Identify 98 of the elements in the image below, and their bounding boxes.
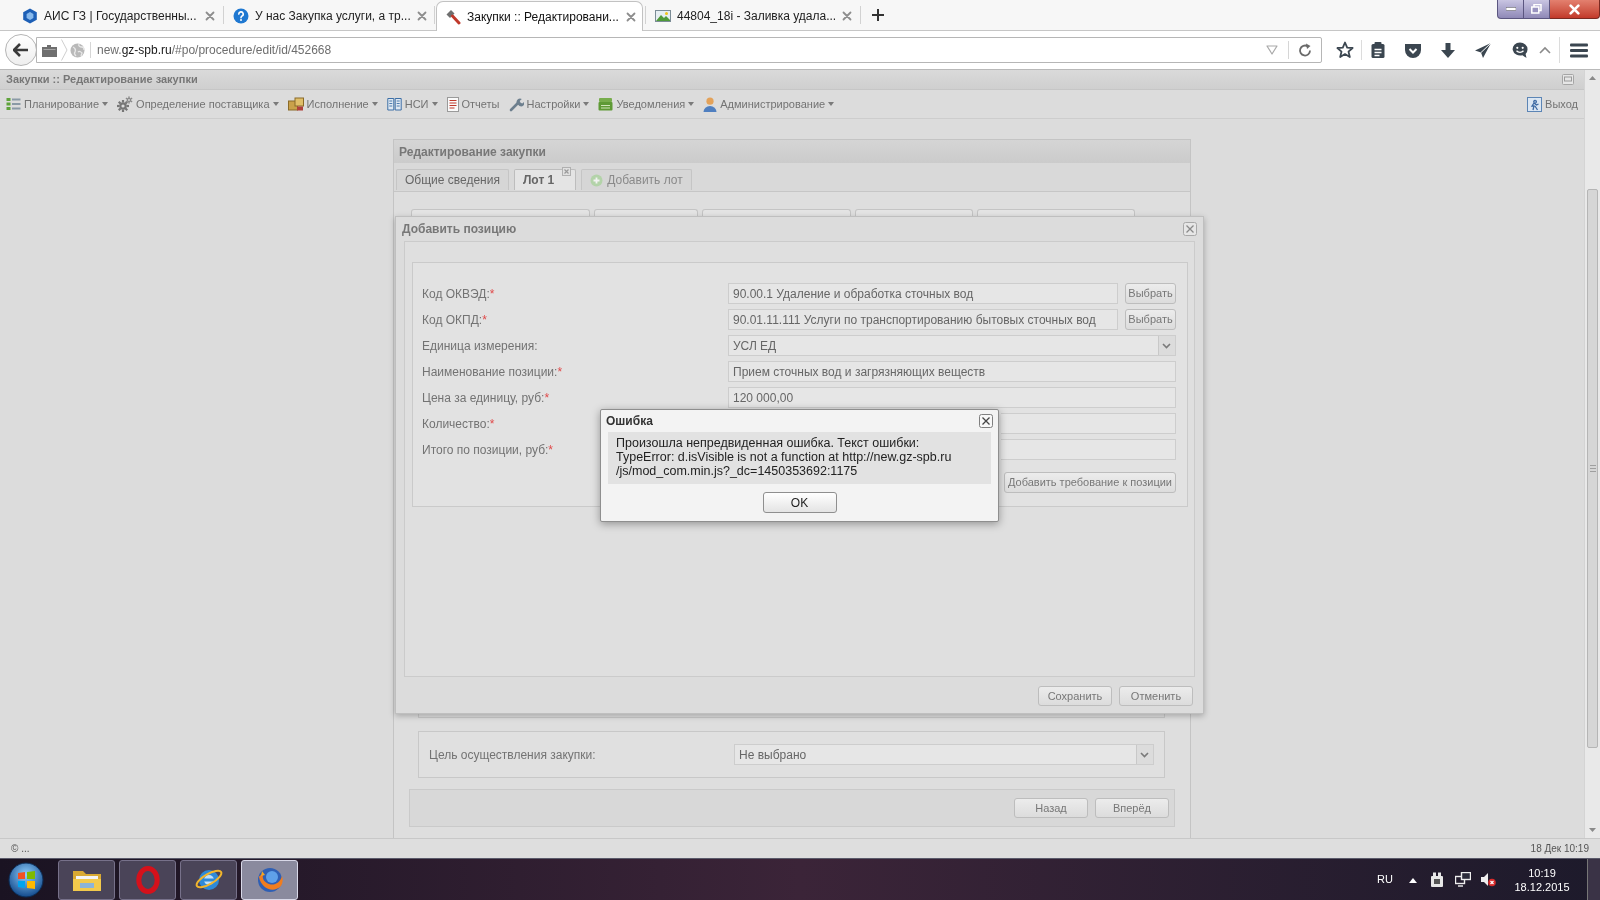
input-field[interactable]: 120 000,00 — [728, 387, 1176, 408]
back-button[interactable] — [5, 34, 37, 66]
menu-icon[interactable] — [1570, 42, 1588, 58]
clipboard-icon[interactable] — [1370, 41, 1386, 59]
browser-tab[interactable]: 44804_18i - Заливка удала... — [647, 1, 854, 30]
field-label: Цель осуществления закупки: — [429, 746, 596, 764]
page-icon[interactable] — [42, 43, 57, 57]
stack-icon — [598, 97, 614, 111]
menu-item[interactable]: Отчеты — [446, 95, 500, 113]
field-label: Код ОКВЭД:* — [422, 285, 495, 303]
address-text: new.gz-spb.ru/#po/procedure/edit/id/452668 — [97, 42, 332, 59]
ok-button[interactable]: OK — [762, 492, 837, 513]
field-label: Наименование позиции:* — [422, 363, 563, 381]
status-time: 18 Дек 10:19 — [1530, 842, 1589, 856]
input-field[interactable]: 90.01.11.111 Услуги по транспортированию бытовых сточных вод — [728, 309, 1118, 330]
chat-smiley-icon[interactable] — [1511, 41, 1529, 59]
select-button[interactable]: Выбрать — [1125, 283, 1176, 304]
tab[interactable]: Общие сведения — [396, 169, 509, 190]
user-icon — [703, 96, 718, 112]
plus-circle-icon — [590, 173, 604, 187]
hammer-icon — [445, 8, 461, 25]
logout-button[interactable]: Выход — [1527, 95, 1578, 113]
clock[interactable]: 10:19 18.12.2015 — [1510, 865, 1574, 894]
menu-item[interactable]: Администрирование — [703, 95, 835, 113]
network-icon[interactable] — [1455, 872, 1471, 887]
select-button[interactable]: Выбрать — [1125, 309, 1176, 330]
address-field[interactable]: new.gz-spb.ru/#po/procedure/edit/id/452668 — [36, 37, 1322, 63]
hexagon-icon — [22, 7, 38, 24]
menu-item[interactable]: Определение поставщика — [117, 95, 279, 113]
caret-up-icon[interactable] — [1409, 876, 1417, 883]
field-label: Количество:* — [422, 415, 495, 433]
field-label: Единица измерения: — [422, 337, 538, 355]
tab[interactable]: Лот 1 — [513, 169, 577, 190]
field-label: Код ОКПД:* — [422, 311, 487, 329]
ring-icon — [135, 865, 160, 894]
menu-item[interactable]: Планирование — [6, 95, 109, 113]
paper-plane-icon[interactable] — [1474, 41, 1492, 59]
help-icon — [233, 7, 249, 24]
browser-tab[interactable]: Закупки :: Редактировани... — [436, 1, 643, 31]
shield-chevron-icon[interactable] — [1404, 41, 1422, 59]
status-text: © ... — [11, 842, 30, 856]
taskbar-button[interactable] — [58, 859, 115, 900]
dialog-title: Ошибка — [606, 413, 653, 430]
image-icon — [655, 7, 671, 24]
close-button[interactable] — [1550, 0, 1600, 19]
gear-icon — [117, 96, 134, 112]
arrow-left-icon — [13, 43, 29, 57]
close-icon[interactable] — [979, 414, 993, 428]
show-desktop-button[interactable] — [1587, 859, 1600, 900]
boxes-icon — [287, 97, 304, 111]
restore-icon — [1531, 4, 1542, 14]
taskbar-button[interactable] — [180, 859, 237, 900]
speaker-muted-icon[interactable] — [1480, 872, 1496, 887]
menu-item[interactable]: Исполнение — [287, 95, 378, 113]
field-label: Цена за единицу, руб:* — [422, 389, 550, 407]
dropdown-icon[interactable] — [1158, 336, 1175, 355]
menu-item[interactable]: Настройки — [508, 95, 590, 113]
tab: Добавить лот — [581, 169, 692, 190]
dialog-button[interactable]: Сохранить — [1038, 686, 1112, 706]
input-field[interactable] — [1001, 439, 1176, 460]
start-button[interactable] — [6, 859, 46, 900]
dialog-title: Добавить позицию — [402, 221, 517, 238]
select-field[interactable]: УСЛ ЕД — [728, 335, 1176, 356]
add-requirement-button[interactable]: Добавить требование к позиции — [1004, 472, 1176, 493]
input-field[interactable]: Прием сточных вод и загрязняющих веществ — [728, 361, 1176, 382]
language-indicator[interactable]: RU — [1377, 871, 1393, 888]
star-icon[interactable] — [1336, 41, 1354, 59]
exit-icon — [1527, 96, 1543, 112]
reload-icon[interactable] — [1298, 43, 1312, 57]
menu-item[interactable]: НСИ — [386, 95, 438, 113]
input-field[interactable] — [1001, 413, 1176, 434]
browser-tab[interactable]: У нас Закупка услуги, а тр... — [225, 1, 432, 30]
error-message: Произошла непредвиденная ошибка. Текст ошибки: TypeError: d.isVisible is not a function at http://new.gz-spb.ru /js/mod_com.min.js?_dc=1450353692:1175 — [616, 436, 952, 478]
wrench-icon — [508, 96, 524, 112]
browser-tab[interactable]: АИС ГЗ | Государственны... — [14, 1, 221, 30]
list-icon — [6, 97, 21, 111]
field-label: Итого по позиции, руб:* — [422, 441, 554, 459]
restore-button[interactable] — [1524, 0, 1550, 19]
dialog-button[interactable]: Отменить — [1119, 686, 1193, 706]
nav-button[interactable]: Назад — [1014, 798, 1088, 818]
menu-item[interactable]: Уведомления — [598, 95, 695, 113]
close-icon — [1569, 3, 1580, 15]
minimize-icon — [1505, 7, 1516, 11]
device-icon[interactable] — [1430, 871, 1444, 888]
download-icon[interactable] — [1440, 41, 1456, 59]
plus-icon[interactable] — [871, 8, 885, 22]
start-orb-icon — [8, 861, 44, 898]
scrollbar-thumb[interactable] — [1587, 189, 1598, 748]
select-field[interactable]: Не выбрано — [734, 744, 1154, 765]
panel-title: Редактирование закупки — [399, 143, 546, 161]
book-icon — [386, 97, 402, 111]
app-title: Закупки :: Редактирование закупки — [6, 72, 198, 88]
chevron-icon — [61, 39, 68, 61]
nav-button[interactable]: Вперёд — [1095, 798, 1169, 818]
document-icon — [446, 96, 459, 112]
dropdown-icon[interactable] — [1136, 745, 1153, 764]
minimize-button[interactable] — [1497, 0, 1524, 19]
input-field[interactable]: 90.00.1 Удаление и обработка сточных вод — [728, 283, 1118, 304]
